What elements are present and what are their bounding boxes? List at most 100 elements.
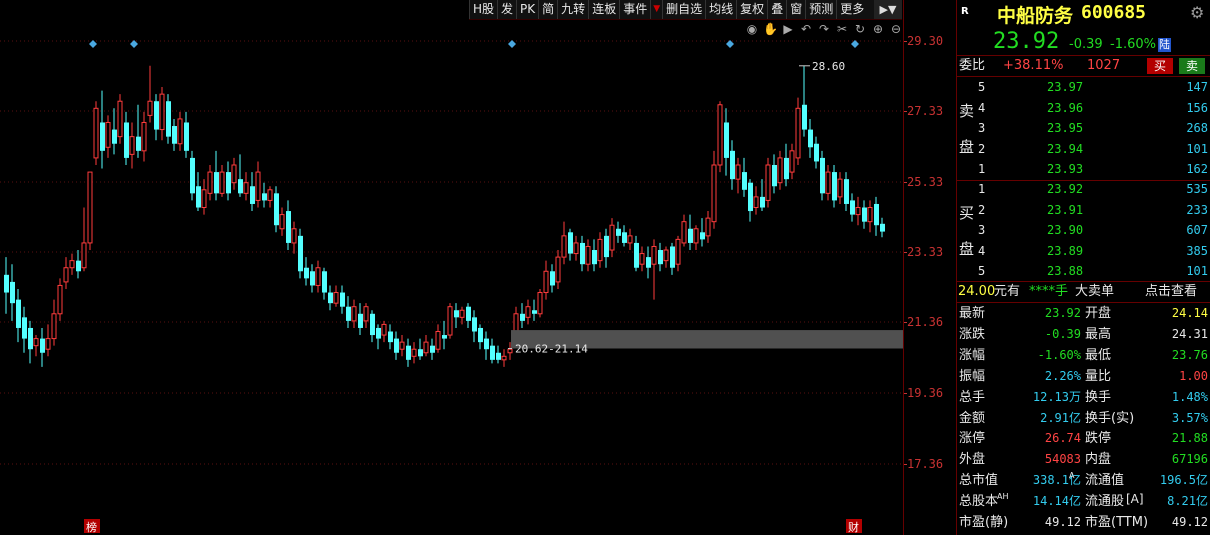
stat-value: -1.60% bbox=[1037, 347, 1081, 362]
stat-label: 最高 bbox=[1085, 326, 1112, 342]
marker-label: 榜 bbox=[86, 520, 97, 534]
candle-body bbox=[262, 193, 267, 201]
candle-body bbox=[394, 338, 399, 353]
book-price: 23.96 bbox=[1047, 100, 1084, 115]
zoom-out-icon[interactable]: ⊖ bbox=[889, 22, 903, 36]
candle-body bbox=[855, 207, 861, 216]
candle-body bbox=[333, 292, 339, 304]
book-row[interactable]: 1 23.92 535 bbox=[957, 179, 1210, 199]
play-icon[interactable]: ▶ bbox=[781, 22, 795, 36]
y-tick-label: 21.36 bbox=[907, 315, 944, 329]
refresh-icon[interactable]: ↻ bbox=[853, 22, 867, 36]
stat-label: 总手 bbox=[959, 389, 986, 405]
candle-body bbox=[772, 164, 777, 187]
candle-body bbox=[177, 118, 183, 145]
candle-body bbox=[63, 267, 69, 283]
chart-tools: ◉ ✋ ▶ ↶ ↷ ✂ ↻ ⊕ ⊖ bbox=[745, 22, 903, 36]
y-tick-label: 29.30 bbox=[907, 34, 944, 48]
stat-row: 总手 12.13万 换手 1.48% bbox=[957, 387, 1210, 408]
candle-body bbox=[370, 313, 375, 336]
candle-body bbox=[837, 178, 843, 198]
candle-body bbox=[87, 171, 93, 244]
stat-value: 21.88 bbox=[1171, 431, 1208, 446]
candle-body bbox=[580, 242, 585, 265]
candle-body bbox=[57, 284, 63, 315]
candle-body bbox=[226, 172, 231, 194]
candle-body bbox=[459, 309, 465, 318]
stat-value: 8.21亿 bbox=[1167, 494, 1208, 509]
candle-body bbox=[112, 129, 117, 144]
stat-label: 量比 bbox=[1085, 368, 1112, 384]
ah-mark: AH bbox=[997, 492, 1009, 501]
candle-body bbox=[141, 121, 147, 152]
candle-body bbox=[472, 317, 477, 332]
candle-body bbox=[267, 189, 273, 201]
stat-label: 金额 bbox=[959, 410, 986, 426]
gear-icon[interactable]: ⚙ bbox=[1190, 3, 1204, 22]
hand-icon[interactable]: ✋ bbox=[763, 22, 778, 36]
candle-body bbox=[291, 228, 297, 244]
big-order-row: 24.00 元有 ****手 大卖单 点击查看 bbox=[957, 281, 1210, 302]
candle-body bbox=[310, 271, 315, 286]
stat-row: 最新 23.92 开盘 24.14 bbox=[957, 303, 1210, 324]
big-order-price: 24.00 bbox=[958, 284, 996, 299]
candle-body bbox=[76, 260, 81, 272]
candle-body bbox=[340, 292, 345, 307]
book-row[interactable]: 3 23.95 268 bbox=[957, 118, 1210, 138]
book-row[interactable]: 5 23.97 147 bbox=[957, 77, 1210, 97]
candle-body bbox=[447, 306, 453, 336]
book-row[interactable]: 1 23.93 162 bbox=[957, 159, 1210, 179]
stat-row: 总市值 338.1亿 流通值 196.5亿 bbox=[957, 470, 1210, 491]
candle-body bbox=[760, 196, 765, 208]
book-row[interactable]: 2 23.94 101 bbox=[957, 139, 1210, 159]
event-diamond-icon bbox=[89, 40, 97, 48]
candle-body bbox=[423, 341, 429, 354]
undo-icon[interactable]: ↶ bbox=[799, 22, 813, 36]
candle-body bbox=[802, 104, 807, 130]
candle-body bbox=[388, 331, 393, 343]
zoom-in-icon[interactable]: ⊕ bbox=[871, 22, 885, 36]
candle-body bbox=[532, 310, 537, 314]
stat-row: 涨幅 -1.60% 最低 23.76 bbox=[957, 345, 1210, 366]
book-volume: 162 bbox=[1186, 162, 1208, 177]
high-label: 28.60 bbox=[812, 60, 845, 73]
stat-value: -0.39 bbox=[1044, 326, 1081, 341]
candle-body bbox=[867, 207, 873, 223]
candle-body bbox=[765, 164, 771, 201]
candle-body bbox=[711, 164, 717, 223]
redo-icon[interactable]: ↷ bbox=[817, 22, 831, 36]
price-change: -0.39 bbox=[1069, 37, 1103, 52]
big-order-link[interactable]: 点击查看 bbox=[1145, 281, 1197, 302]
eye-icon[interactable]: ◉ bbox=[745, 22, 759, 36]
buy-button[interactable]: 买 bbox=[1147, 58, 1173, 74]
candle-body bbox=[172, 126, 177, 144]
book-row[interactable]: 3 23.90 607 bbox=[957, 220, 1210, 240]
book-row[interactable]: 4 23.89 385 bbox=[957, 241, 1210, 261]
candle-body bbox=[22, 317, 27, 339]
book-row[interactable]: 5 23.88 101 bbox=[957, 261, 1210, 281]
candle-body bbox=[777, 157, 783, 184]
price-axis: 29.30 27.33 25.33 23.33 21.36 19.36 17.36 bbox=[903, 0, 956, 535]
candle-body bbox=[129, 136, 135, 155]
stat-value: 2.26% bbox=[1044, 368, 1081, 383]
candle-body bbox=[124, 122, 129, 158]
book-row[interactable]: 4 23.96 156 bbox=[957, 98, 1210, 118]
y-tick bbox=[904, 111, 907, 112]
stock-code: 600685 bbox=[1081, 2, 1147, 23]
sell-button[interactable]: 卖 bbox=[1179, 58, 1205, 74]
stat-label: 开盘 bbox=[1085, 306, 1112, 321]
candle-body bbox=[520, 313, 525, 321]
candle-body bbox=[555, 256, 561, 283]
candlestick-chart[interactable]: 28.60 20.62-21.14 榜 财 bbox=[0, 0, 903, 535]
candle-body bbox=[670, 246, 675, 268]
candle-body bbox=[825, 171, 831, 194]
book-level: 4 bbox=[978, 243, 986, 258]
candle-body bbox=[136, 136, 141, 151]
book-row[interactable]: 2 23.91 233 bbox=[957, 200, 1210, 220]
candle-body bbox=[322, 271, 327, 293]
scissors-icon[interactable]: ✂ bbox=[835, 22, 849, 36]
stat-row: 总股本 14.14亿 流通股 8.21亿 bbox=[957, 491, 1210, 512]
candle-body bbox=[274, 193, 279, 226]
stat-value: 14.14亿 bbox=[1032, 494, 1081, 509]
candle-body bbox=[466, 306, 471, 321]
